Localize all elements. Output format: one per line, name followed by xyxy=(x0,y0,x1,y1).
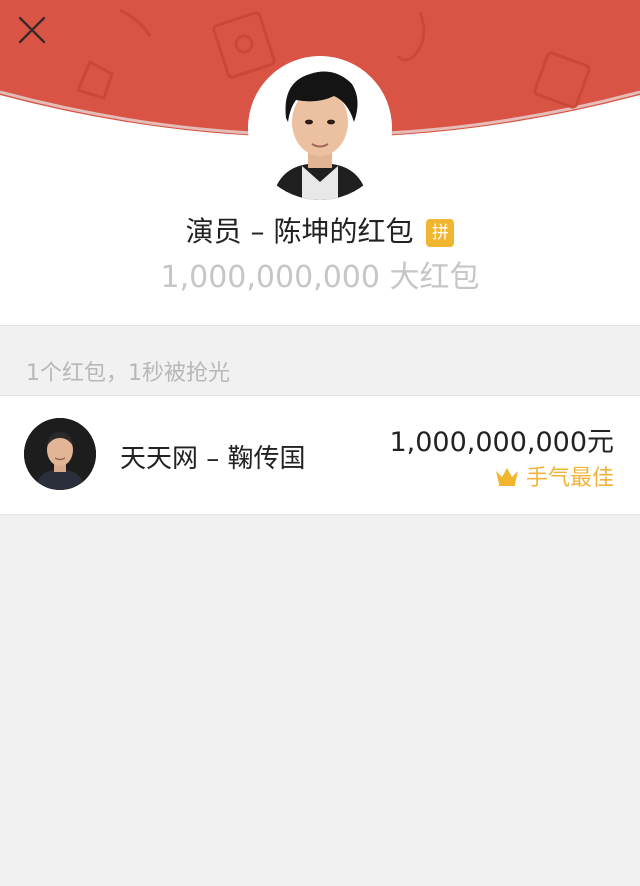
recipient-row[interactable]: 天天网 – 鞠传国 1,000,000,000元 手气最佳 xyxy=(0,395,640,515)
close-button[interactable] xyxy=(14,12,50,48)
crown-icon xyxy=(495,468,518,486)
packet-amount-title: 1,000,000,000 大红包 xyxy=(160,260,480,295)
recipient-avatar xyxy=(24,418,96,490)
recipient-amount: 1,000,000,000元 xyxy=(389,427,614,458)
sender-title-text: 演员 – 陈坤的红包 xyxy=(185,215,414,248)
sender-avatar xyxy=(248,56,392,200)
packet-summary: 1个红包，1秒被抢光 xyxy=(26,361,230,386)
red-packet-header: 演员 – 陈坤的红包 拼 1,000,000,000 大红包 xyxy=(0,0,640,326)
sender-title: 演员 – 陈坤的红包 拼 xyxy=(0,212,640,252)
best-luck-badge: 手气最佳 xyxy=(494,460,614,492)
best-luck-label: 手气最佳 xyxy=(525,466,614,491)
recipient-name: 天天网 – 鞠传国 xyxy=(120,444,306,474)
pin-badge: 拼 xyxy=(426,219,455,247)
close-icon xyxy=(18,16,46,44)
